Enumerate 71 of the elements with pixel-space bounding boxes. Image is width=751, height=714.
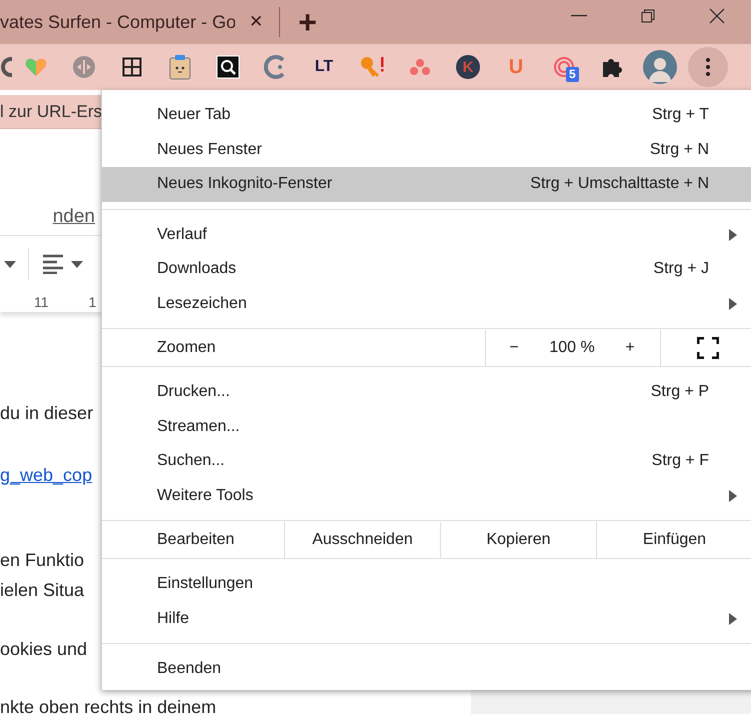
menu-item[interactable]: Beenden [102, 652, 751, 686]
shortcut-text: Strg + Umschalttaste + N [530, 175, 709, 194]
grid-icon[interactable] [122, 57, 142, 77]
shortcut-text: Strg + P [650, 383, 709, 402]
menu-item-label: Neues Fenster [157, 140, 262, 159]
new-tab-button[interactable]: + [298, 7, 317, 37]
dots-icon[interactable] [409, 57, 431, 77]
menu-item[interactable]: Lesezeichen [102, 286, 751, 321]
more-icon [706, 58, 710, 76]
menu-item-label: Lesezeichen [157, 294, 247, 313]
minimize-icon[interactable] [570, 15, 586, 17]
close-icon[interactable] [708, 8, 724, 24]
restore-icon[interactable] [640, 9, 654, 23]
tab-title[interactable]: vates Surfen - Computer - Go [0, 12, 235, 32]
shortcut-text: Strg + F [652, 452, 709, 470]
menu-item[interactable]: Neuer Tab Strg + T [102, 98, 751, 132]
menu-item-label: Suchen... [157, 452, 225, 470]
menu-item-label: Verlauf [157, 226, 207, 244]
menu-item-label: Beenden [157, 660, 222, 678]
count-badge: 5 [566, 67, 579, 82]
edit-label: Bearbeiten [157, 531, 234, 549]
spiral-icon[interactable] [552, 55, 576, 79]
menu-item[interactable]: Neues Fenster Strg + N [102, 132, 751, 167]
menu-item[interactable]: Downloads Strg + J [102, 252, 751, 286]
zoom-value: 100 % [548, 339, 596, 357]
edit-button[interactable]: Einfügen [596, 522, 751, 558]
menu-item-label: Weitere Tools [157, 486, 254, 505]
shortcut-text: Strg + T [652, 106, 709, 124]
menu-item-label: Neues Inkognito-Fenster [157, 175, 332, 194]
shortcut-text: Strg + N [650, 140, 709, 159]
document-link[interactable]: nden [0, 206, 95, 228]
document-text: en Funktio [0, 549, 84, 572]
avatar-icon[interactable] [643, 50, 677, 84]
shortcut-text: Strg + J [653, 260, 709, 278]
menu-item[interactable]: Neues Inkognito-Fenster Strg + Umschalttaste + N [102, 167, 751, 202]
key-icon[interactable] [359, 55, 385, 79]
ruler-number: 1 [88, 294, 96, 310]
menu-item[interactable]: Einstellungen [102, 567, 751, 602]
menu-item[interactable]: Hilfe [102, 602, 751, 636]
menu-item-label: Neuer Tab [157, 106, 231, 124]
clipboard-icon[interactable] [169, 54, 191, 80]
logo-icon[interactable]: LT [314, 58, 334, 76]
document-text: du in dieser [0, 402, 94, 425]
ruler-number: 11 [34, 294, 49, 310]
edit-button[interactable]: Kopieren [440, 522, 596, 558]
document-text: ielen Situa [0, 579, 84, 602]
menu-item[interactable]: Verlauf [102, 218, 751, 252]
menu-item-label: Einstellungen [157, 575, 254, 594]
zoom-out-button[interactable]: − [486, 339, 542, 357]
fullscreen-icon[interactable] [696, 337, 718, 359]
menu-item[interactable]: Weitere Tools [102, 478, 751, 513]
menu-item-label: Downloads [157, 260, 236, 278]
puzzle-icon[interactable] [601, 56, 623, 78]
menu-item-label: Streamen... [157, 418, 240, 436]
menu-item-label: Drucken... [157, 383, 230, 402]
menu-item[interactable]: Streamen... [102, 410, 751, 444]
magnifier-icon[interactable] [216, 55, 240, 79]
zoom-in-button[interactable]: + [602, 339, 658, 357]
bookmark-text[interactable]: l zur URL-Ers [0, 102, 102, 122]
menu-item-label: Hilfe [157, 610, 190, 628]
menu-button[interactable] [688, 47, 728, 87]
document-text: ookies und [0, 638, 88, 661]
align-left-icon[interactable] [41, 254, 85, 274]
menu-item[interactable]: Suchen... Strg + F [102, 444, 751, 478]
caret-icon[interactable] [4, 260, 16, 268]
edit-button[interactable]: Ausschneiden [284, 522, 440, 558]
zoom-label: Zoomen [157, 339, 216, 357]
document-link[interactable]: g_web_cop [0, 460, 92, 490]
document-text: nkte oben rechts in deinem [0, 696, 216, 714]
menu-item[interactable]: Drucken... Strg + P [102, 375, 751, 410]
tab-close-button[interactable]: ✕ [245, 12, 268, 32]
